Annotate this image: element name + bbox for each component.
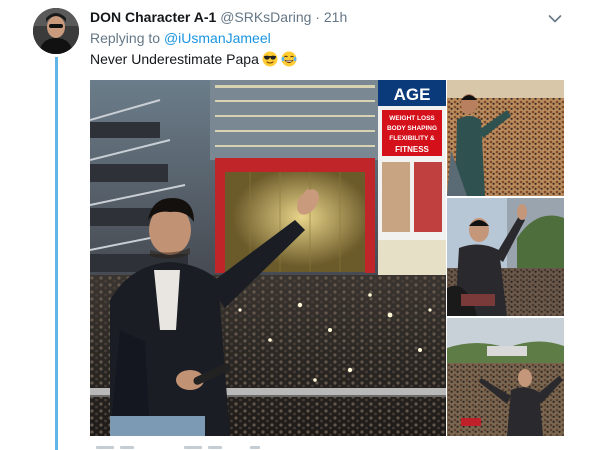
sign-line-2: BODY SHAPING [387, 125, 437, 132]
retweet-count [208, 446, 222, 449]
photo-thumb-1[interactable] [447, 80, 564, 196]
avatar[interactable] [33, 8, 79, 54]
media-grid: AGE WEIGHT LOSS BODY SHAPING FLEXIBILITY… [90, 80, 564, 436]
reply-context: Replying to @iUsmanJameel [90, 30, 271, 46]
sign-line-3: FLEXIBILITY & [389, 135, 435, 142]
sign-line-4: FITNESS [395, 145, 429, 154]
timestamp[interactable]: 21h [324, 9, 347, 25]
photo-thumb-2[interactable] [447, 198, 564, 316]
photo-main[interactable]: AGE WEIGHT LOSS BODY SHAPING FLEXIBILITY… [90, 80, 446, 436]
tweet-header: DON Character A-1 @SRKsDaring · 21h [90, 9, 347, 27]
reply-to-link[interactable]: @iUsmanJameel [164, 30, 271, 46]
tweet-card[interactable]: DON Character A-1 @SRKsDaring · 21h Repl… [0, 0, 600, 450]
chevron-down-icon[interactable] [548, 11, 562, 23]
reply-icon[interactable] [96, 446, 114, 449]
retweet-icon[interactable] [184, 446, 202, 449]
sign-line-1: WEIGHT LOSS [389, 115, 435, 122]
tweet-body: Never Underestimate Papa [90, 51, 259, 67]
tweet-text: Never Underestimate Papa [90, 51, 297, 67]
tweet-actions [90, 442, 390, 450]
photo-thumb-3[interactable] [447, 318, 564, 436]
separator-dot: · [315, 9, 320, 25]
reply-count [120, 446, 134, 449]
thread-connector-line [55, 57, 58, 450]
laughing-tears-emoji [281, 51, 297, 67]
like-icon[interactable] [250, 446, 260, 449]
reply-prefix: Replying to [90, 30, 161, 46]
sunglasses-emoji [262, 51, 278, 67]
sign-title: AGE [394, 85, 431, 104]
author-handle[interactable]: @SRKsDaring [220, 9, 311, 25]
author-name[interactable]: DON Character A-1 [90, 9, 216, 25]
